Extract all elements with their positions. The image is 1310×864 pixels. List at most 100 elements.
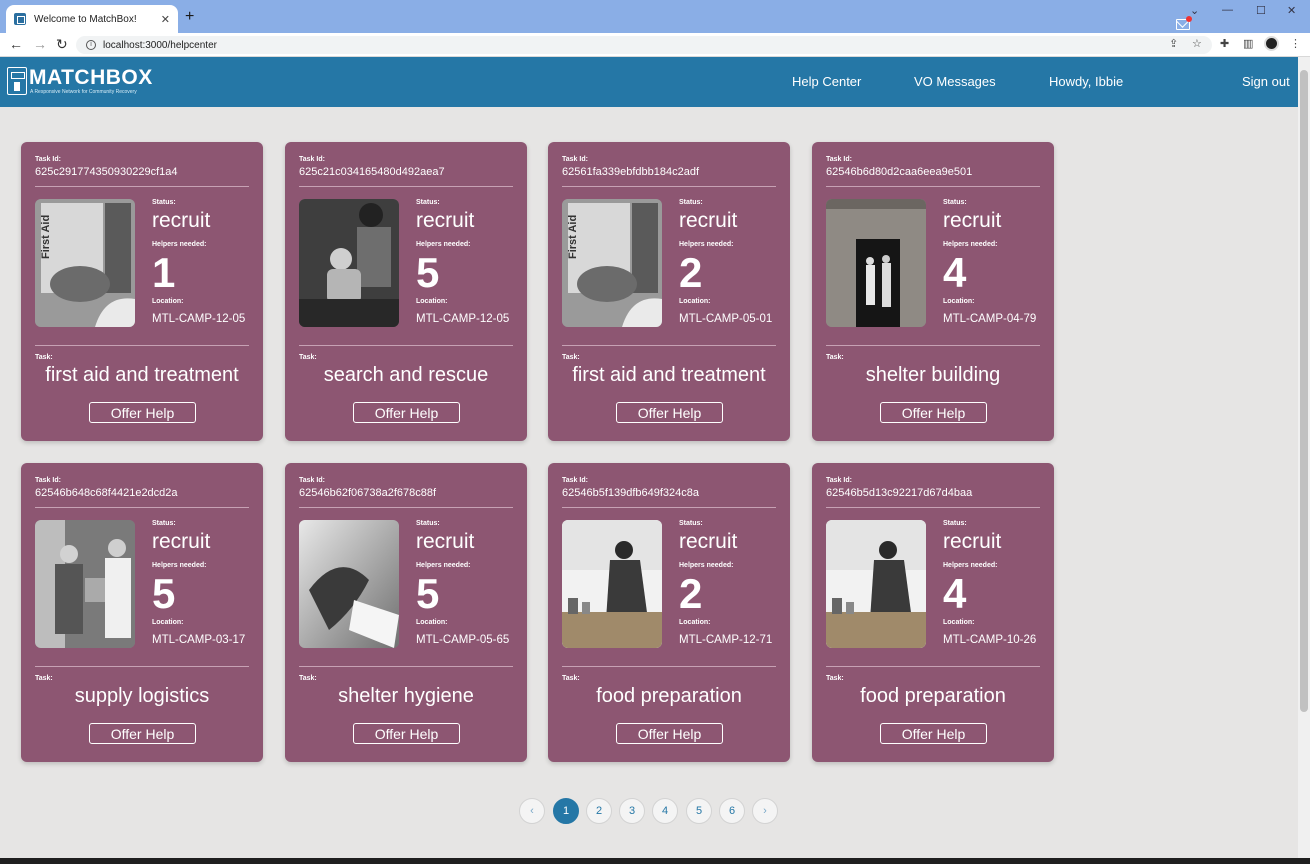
window-close-icon[interactable]: ✕ bbox=[1287, 4, 1296, 17]
next-page-button[interactable]: › bbox=[752, 798, 778, 824]
location-label: Location: bbox=[679, 298, 711, 305]
first-aid-kit-image: First Aid bbox=[35, 199, 135, 327]
app-header: MATCHBOX A Responsive Network for Commun… bbox=[0, 57, 1298, 107]
status-label: Status: bbox=[679, 520, 703, 527]
status-value: recruit bbox=[152, 530, 211, 553]
helpers-label: Helpers needed: bbox=[679, 562, 734, 569]
address-bar[interactable]: i localhost:3000/helpcenter bbox=[76, 36, 1212, 54]
location-label: Location: bbox=[416, 298, 448, 305]
offer-help-button[interactable]: Offer Help bbox=[880, 723, 987, 744]
offer-help-button[interactable]: Offer Help bbox=[353, 402, 460, 423]
task-label: Task: bbox=[35, 675, 53, 682]
offer-help-button[interactable]: Offer Help bbox=[353, 723, 460, 744]
location-value: MTL-CAMP-04-79 bbox=[943, 313, 1037, 325]
nav-sign-out[interactable]: Sign out bbox=[1242, 74, 1290, 89]
maximize-icon[interactable]: ☐ bbox=[1256, 4, 1266, 17]
forward-icon[interactable]: → bbox=[33, 36, 47, 52]
shelter-doorway-image bbox=[826, 199, 926, 327]
browser-tab[interactable]: Welcome to MatchBox! ✕ bbox=[6, 5, 178, 33]
page-button-6[interactable]: 6 bbox=[719, 798, 745, 824]
task-name: shelter hygiene bbox=[338, 685, 474, 707]
helpers-label: Helpers needed: bbox=[943, 241, 998, 248]
divider bbox=[299, 666, 513, 667]
taskbar-edge bbox=[0, 858, 1310, 864]
offer-help-button[interactable]: Offer Help bbox=[616, 723, 723, 744]
user-greeting: Howdy, Ibbie bbox=[1049, 74, 1124, 89]
side-panel-icon[interactable]: ▥ bbox=[1243, 37, 1253, 50]
site-info-icon[interactable]: i bbox=[86, 40, 96, 50]
page-button-1[interactable]: 1 bbox=[553, 798, 579, 824]
status-value: recruit bbox=[416, 530, 475, 553]
task-id-value: 62561fa339ebfdbb184c2adf bbox=[562, 166, 700, 178]
task-card: Task Id: 62546b5f139dfb649f324c8a Status… bbox=[548, 463, 790, 762]
divider bbox=[562, 507, 776, 508]
location-value: MTL-CAMP-12-71 bbox=[679, 634, 773, 646]
task-label: Task: bbox=[826, 675, 844, 682]
task-label: Task: bbox=[35, 354, 53, 361]
task-card: Task Id: 62561fa339ebfdbb184c2adf First … bbox=[548, 142, 790, 441]
scrollbar-thumb[interactable] bbox=[1300, 70, 1308, 712]
close-tab-icon[interactable]: ✕ bbox=[161, 13, 170, 26]
helpers-label: Helpers needed: bbox=[152, 562, 207, 569]
task-label: Task: bbox=[826, 354, 844, 361]
helpers-value: 2 bbox=[679, 249, 703, 296]
logo-text: MATCHBOX bbox=[29, 66, 153, 89]
task-name: shelter building bbox=[865, 364, 1001, 386]
task-name: food preparation bbox=[596, 685, 742, 707]
reload-icon[interactable]: ↻ bbox=[56, 36, 68, 53]
task-label: Task: bbox=[562, 354, 580, 361]
first-aid-kit-image: First Aid bbox=[562, 199, 662, 327]
status-value: recruit bbox=[416, 209, 475, 232]
back-icon[interactable]: ← bbox=[9, 36, 23, 52]
prev-page-button[interactable]: ‹ bbox=[519, 798, 545, 824]
page-button-5[interactable]: 5 bbox=[686, 798, 712, 824]
nav-vo-messages[interactable]: VO Messages bbox=[914, 74, 996, 89]
browser-toolbar: ← → ↻ i localhost:3000/helpcenter ⇪ ☆ ✚ … bbox=[0, 33, 1310, 57]
kitchen-worker-image bbox=[562, 520, 662, 648]
location-label: Location: bbox=[152, 619, 184, 626]
location-value: MTL-CAMP-12-05 bbox=[152, 313, 246, 325]
divider bbox=[562, 345, 776, 346]
page-button-4[interactable]: 4 bbox=[652, 798, 678, 824]
task-id-value: 62546b5d13c92217d67d4baa bbox=[826, 487, 973, 499]
page-button-2[interactable]: 2 bbox=[586, 798, 612, 824]
matchbox-logo-icon bbox=[7, 67, 27, 95]
location-value: MTL-CAMP-03-17 bbox=[152, 634, 246, 646]
location-label: Location: bbox=[152, 298, 184, 305]
browser-tab-bar: Welcome to MatchBox! ✕ + ⌄ — ☐ ✕ bbox=[0, 0, 1310, 33]
supply-handover-image bbox=[35, 520, 135, 648]
task-id-label: Task Id: bbox=[35, 156, 61, 163]
location-value: MTL-CAMP-12-05 bbox=[416, 313, 510, 325]
divider bbox=[826, 507, 1040, 508]
task-id-label: Task Id: bbox=[826, 156, 852, 163]
offer-help-button[interactable]: Offer Help bbox=[89, 402, 196, 423]
tab-search-icon[interactable]: ⌄ bbox=[1190, 4, 1199, 17]
status-value: recruit bbox=[152, 209, 211, 232]
status-label: Status: bbox=[943, 520, 967, 527]
share-icon[interactable]: ⇪ bbox=[1169, 37, 1178, 50]
extensions-icon[interactable]: ✚ bbox=[1220, 37, 1229, 50]
task-id-value: 62546b648c68f4421e2dcd2a bbox=[35, 487, 178, 499]
svg-text:First Aid: First Aid bbox=[40, 215, 52, 259]
page-button-3[interactable]: 3 bbox=[619, 798, 645, 824]
browser-menu-icon[interactable]: ⋮ bbox=[1290, 37, 1301, 50]
bookmark-star-icon[interactable]: ☆ bbox=[1192, 37, 1202, 50]
new-tab-icon[interactable]: + bbox=[185, 8, 194, 26]
task-id-label: Task Id: bbox=[562, 477, 588, 484]
profile-avatar-icon[interactable] bbox=[1264, 36, 1279, 51]
rescuer-with-child-image bbox=[299, 199, 399, 327]
task-id-label: Task Id: bbox=[299, 477, 325, 484]
status-value: recruit bbox=[943, 209, 1002, 232]
task-card: Task Id: 625c21c034165480d492aea7 Status… bbox=[285, 142, 527, 441]
helpers-value: 2 bbox=[679, 570, 703, 617]
nav-help-center[interactable]: Help Center bbox=[792, 74, 861, 89]
offer-help-button[interactable]: Offer Help bbox=[89, 723, 196, 744]
task-card: Task Id: 62546b648c68f4421e2dcd2a Status… bbox=[21, 463, 263, 762]
helpers-label: Helpers needed: bbox=[679, 241, 734, 248]
offer-help-button[interactable]: Offer Help bbox=[616, 402, 723, 423]
offer-help-button[interactable]: Offer Help bbox=[880, 402, 987, 423]
matchbox-logo[interactable]: MATCHBOX A Responsive Network for Commun… bbox=[7, 66, 152, 97]
task-id-value: 62546b5f139dfb649f324c8a bbox=[562, 487, 700, 499]
helpers-value: 5 bbox=[416, 570, 440, 617]
minimize-icon[interactable]: — bbox=[1222, 4, 1233, 16]
